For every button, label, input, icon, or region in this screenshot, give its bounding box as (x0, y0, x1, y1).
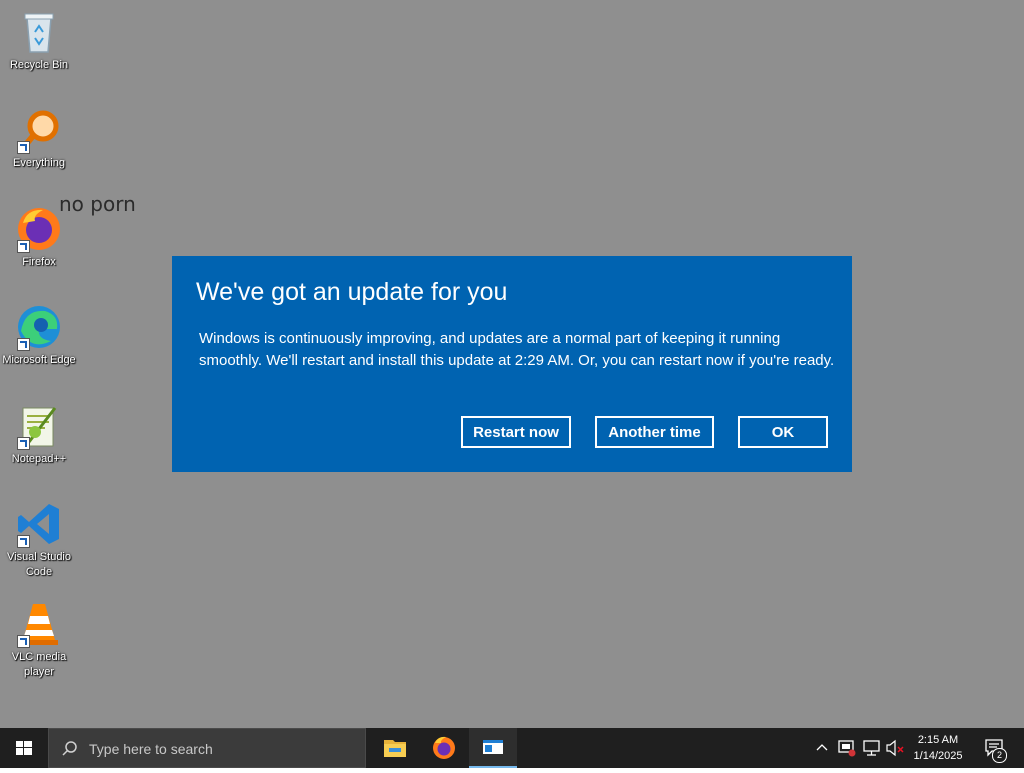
taskbar: Type here to search 2:15 AM 1/14/2025 2 (0, 728, 1024, 768)
desktop-icon-label: VLC media player (11, 651, 67, 678)
desktop-icon-edge[interactable]: Microsoft Edge (0, 303, 78, 368)
shortcut-arrow-icon (17, 141, 30, 154)
desktop-icon-vlc[interactable]: VLC media player (0, 600, 78, 680)
search-placeholder: Type here to search (89, 741, 213, 757)
dialog-message: Windows is continuously improving, and u… (199, 330, 835, 369)
everything-search-icon (15, 106, 63, 154)
edge-icon (15, 303, 63, 351)
volume-muted-icon[interactable] (885, 739, 905, 757)
desktop-overlay-note: no porn (59, 192, 136, 216)
app-window-icon (483, 740, 503, 754)
restart-now-button[interactable]: Restart now (461, 416, 571, 448)
security-warning-icon[interactable] (837, 739, 857, 757)
chevron-up-icon[interactable] (814, 740, 830, 756)
desktop-icon-label: Visual Studio Code (6, 551, 71, 578)
desktop-icon-recycle-bin[interactable]: Recycle Bin (0, 8, 78, 73)
desktop-icon-vscode[interactable]: Visual Studio Code (0, 500, 78, 580)
firefox-icon (15, 205, 63, 253)
notification-count-badge: 2 (992, 748, 1007, 763)
start-button[interactable] (0, 728, 48, 768)
ok-button[interactable]: OK (738, 416, 828, 448)
clock-time: 2:15 AM (917, 734, 959, 746)
another-time-button[interactable]: Another time (595, 416, 714, 448)
file-explorer-icon (384, 740, 406, 757)
dialog-title: We've got an update for you (196, 278, 508, 306)
desktop-icon-label: Microsoft Edge (2, 354, 76, 366)
search-icon (62, 741, 77, 756)
clock[interactable]: 2:15 AM 1/14/2025 (906, 732, 970, 764)
desktop-icon-label: Recycle Bin (9, 59, 69, 71)
shortcut-arrow-icon (17, 338, 30, 351)
desktop-icon-label: Everything (13, 157, 65, 169)
taskbar-firefox[interactable] (420, 728, 468, 768)
desktop-icon-label: Firefox (22, 256, 56, 268)
taskbar-search-box[interactable]: Type here to search (48, 728, 366, 768)
shortcut-arrow-icon (17, 437, 30, 450)
shortcut-arrow-icon (17, 535, 30, 548)
taskbar-active-app[interactable] (469, 728, 517, 768)
recycle-bin-icon (15, 8, 63, 56)
desktop-icon-notepad-plus-plus[interactable]: Notepad++ (0, 402, 78, 467)
firefox-icon (433, 736, 455, 759)
desktop-icon-label: Notepad++ (11, 453, 67, 465)
vscode-icon (15, 500, 63, 548)
update-dialog: We've got an update for you Windows is c… (172, 256, 852, 472)
notepad-plus-plus-icon (15, 402, 63, 450)
action-center-button[interactable]: 2 (978, 728, 1024, 768)
desktop-icon-everything[interactable]: Everything (0, 106, 78, 171)
taskbar-file-explorer[interactable] (371, 728, 419, 768)
vlc-icon (15, 600, 63, 648)
desktop: Recycle Bin Everything Firefox Microsoft… (0, 0, 1024, 728)
shortcut-arrow-icon (17, 240, 30, 253)
shortcut-arrow-icon (17, 635, 30, 648)
windows-logo-icon (16, 741, 32, 755)
network-icon[interactable] (862, 739, 882, 757)
clock-date: 1/14/2025 (913, 750, 963, 762)
